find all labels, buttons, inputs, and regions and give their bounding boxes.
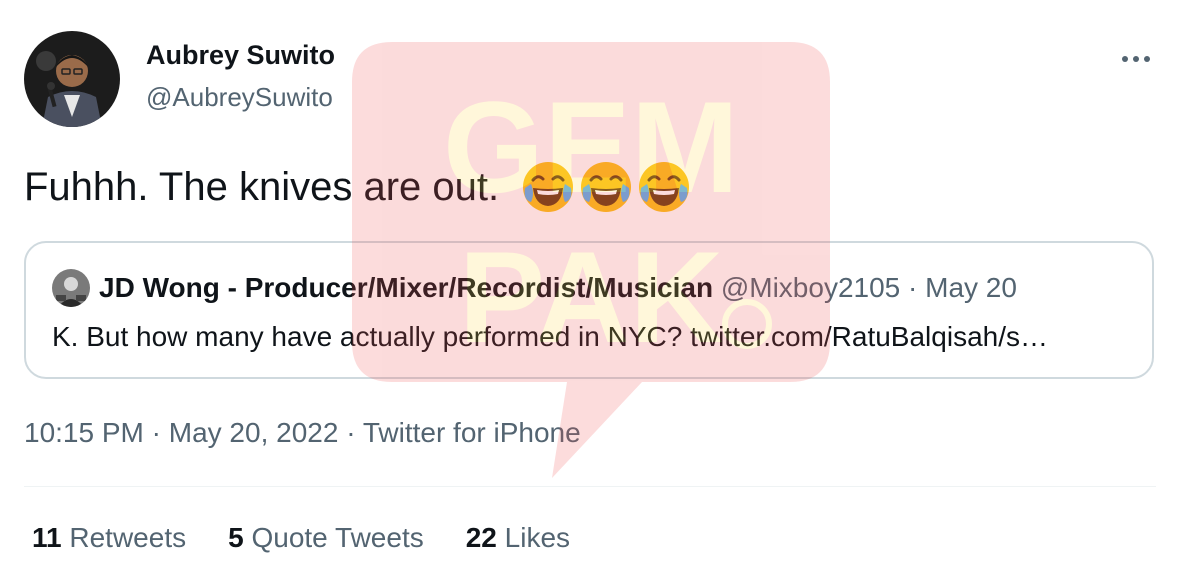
tweet-source-link[interactable]: Twitter for iPhone [363,417,581,448]
tweet-timestamp: 10:15 PM · May 20, 2022 · Twitter for iP… [24,417,581,449]
quoted-author-name[interactable]: JD Wong - Producer/Mixer/Recordist/Music… [99,272,713,303]
quoted-tweet-card[interactable]: JD Wong - Producer/Mixer/Recordist/Music… [24,241,1154,379]
likes-stat[interactable]: 22 Likes [466,522,570,554]
author-name[interactable]: Aubrey Suwito [146,40,335,71]
quote-tweets-stat[interactable]: 5 Quote Tweets [228,522,424,554]
timestamp-separator-2: · [346,417,356,448]
quote-tweets-count: 5 [228,522,244,553]
quoted-tweet-header: JD Wong - Producer/Mixer/Recordist/Music… [99,272,1017,304]
retweets-stat[interactable]: 11 Retweets [32,522,186,554]
author-avatar-image [24,31,120,127]
retweets-label: Retweets [69,522,187,553]
tweet-text-content: Fuhhh. The knives are out. [24,164,500,209]
timestamp-separator-1: · [151,417,161,448]
laughing-crying-emoji-icon [581,162,632,212]
quoted-date[interactable]: May 20 [925,272,1017,303]
author-handle[interactable]: @AubreySuwito [146,82,333,113]
quoted-tweet-text: K. But how many have actually performed … [52,321,1048,352]
retweets-count: 11 [32,522,62,553]
divider [24,486,1156,487]
more-options-button[interactable] [1116,44,1156,74]
quoted-author-handle[interactable]: @Mixboy2105 [721,272,900,303]
laughing-crying-emoji-icon [639,162,690,212]
likes-count: 22 [465,522,497,553]
tweet-date[interactable]: May 20, 2022 [169,417,339,448]
tweet-time[interactable]: 10:15 PM [24,417,144,448]
emoji-group [521,160,691,214]
laughing-crying-emoji-icon [523,162,574,212]
more-dots-icon [1122,56,1150,62]
quote-tweets-label: Quote Tweets [251,522,424,553]
likes-label: Likes [504,522,571,553]
author-avatar[interactable] [24,31,120,127]
quoted-separator: · [908,272,918,303]
quoted-author-avatar-image [52,269,90,307]
tweet-text: Fuhhh. The knives are out. [24,160,691,214]
quoted-author-avatar[interactable] [52,269,90,307]
tweet-stats: 11 Retweets 5 Quote Tweets 22 Likes [32,522,570,554]
